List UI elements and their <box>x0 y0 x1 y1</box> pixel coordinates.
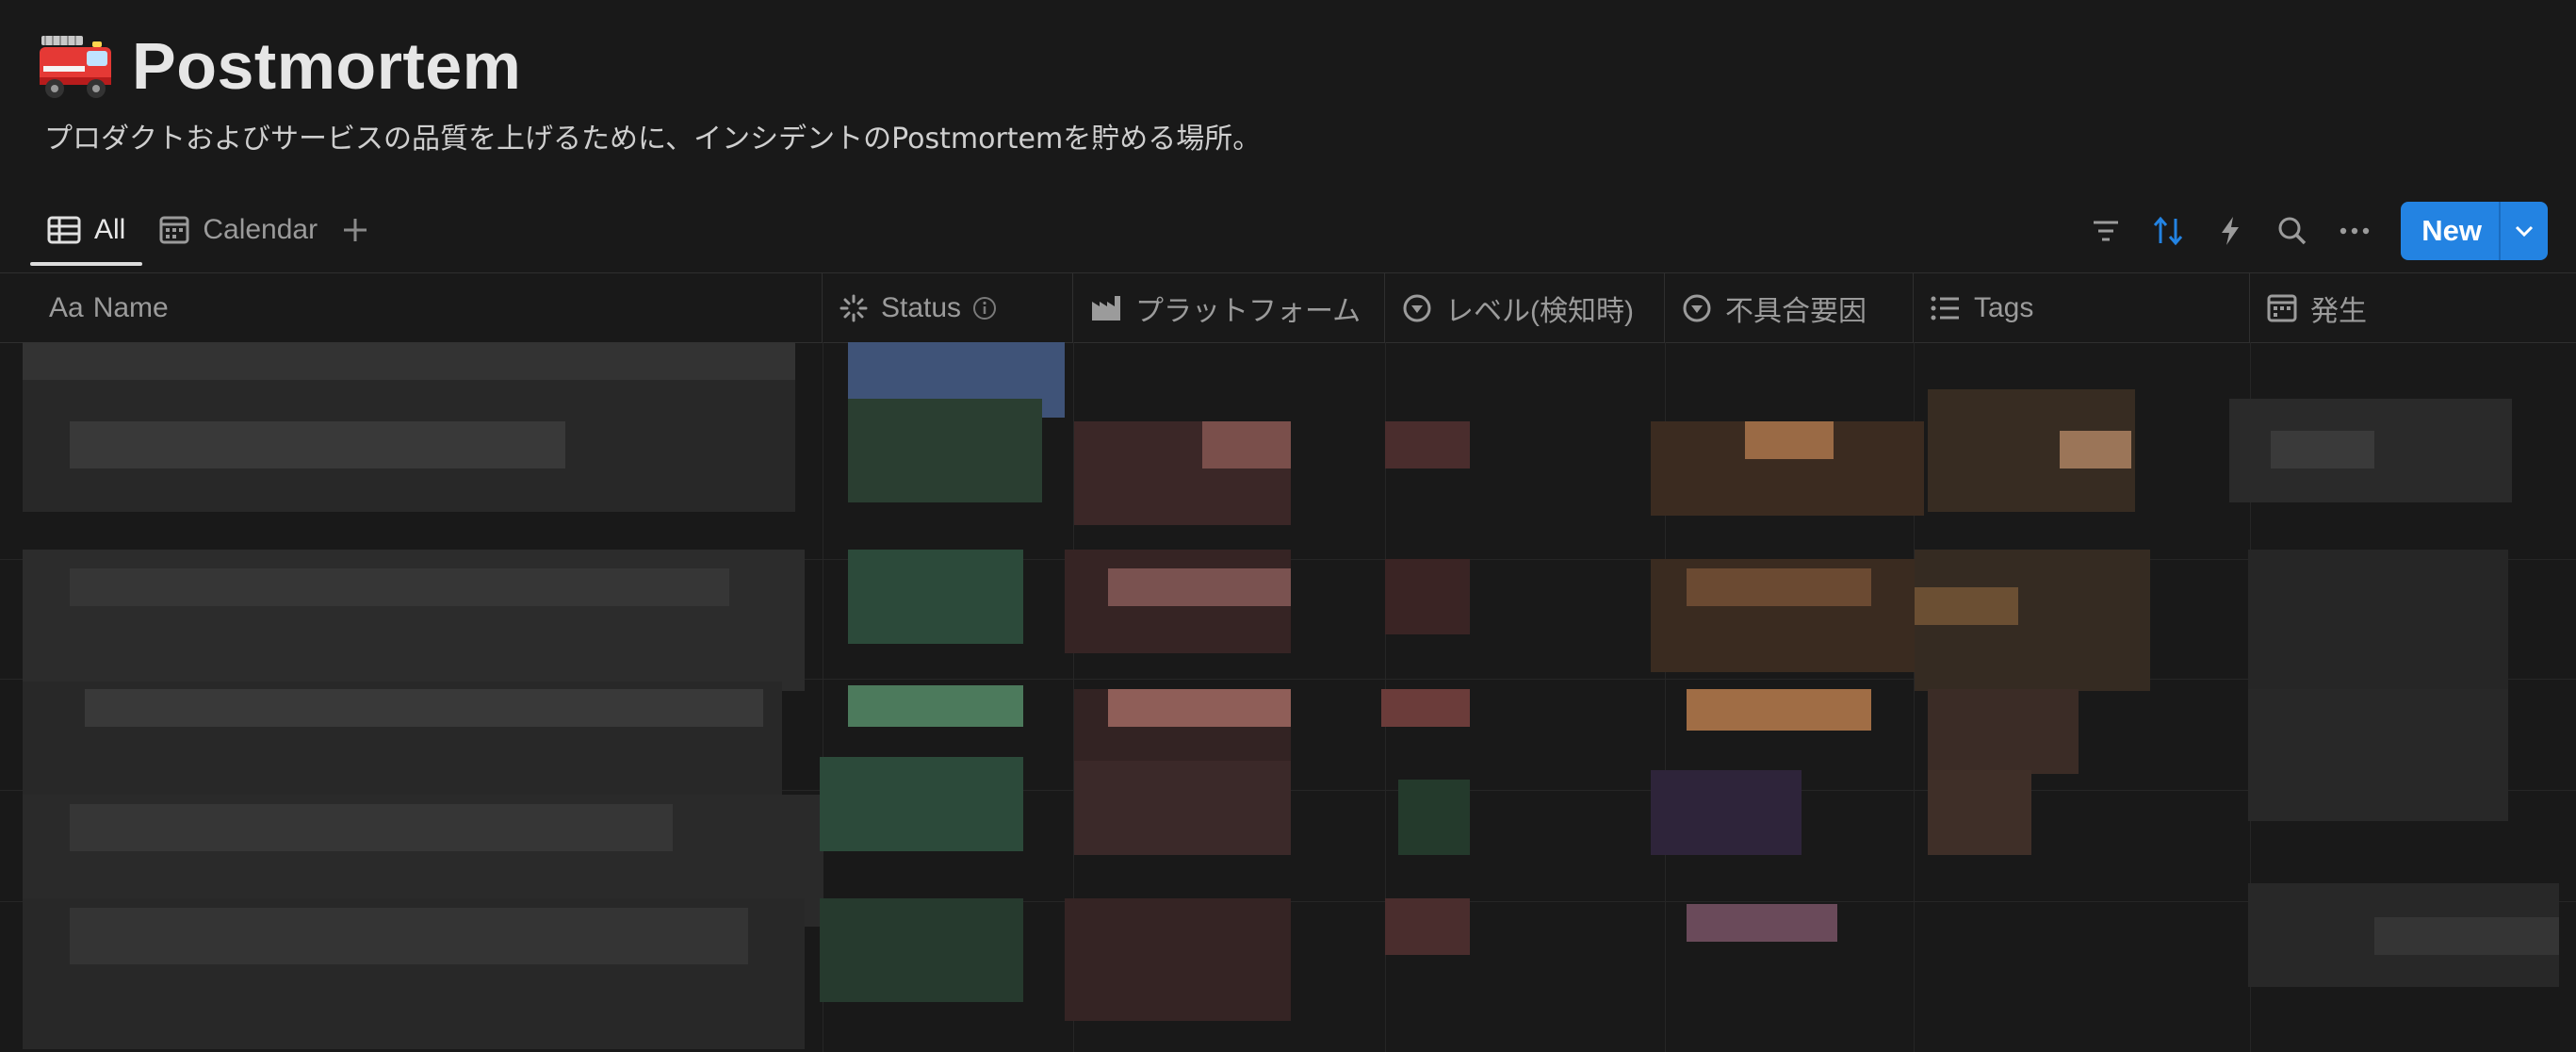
select-icon <box>1403 294 1431 321</box>
status-icon <box>840 294 868 321</box>
aa-icon: Aa <box>49 291 84 323</box>
plus-icon <box>344 219 367 241</box>
tab-calendar[interactable]: Calendar <box>142 200 334 260</box>
view-tabs: All Calendar <box>30 200 376 271</box>
page-title[interactable]: Postmortem <box>132 28 521 104</box>
tab-all[interactable]: All <box>30 200 143 266</box>
automation-icon <box>2222 217 2240 245</box>
sort-button[interactable] <box>2137 202 2199 260</box>
column-label: レベル(検知時) <box>1445 295 1634 327</box>
list-icon <box>1931 296 1959 320</box>
column-status[interactable]: Status <box>823 273 1073 342</box>
page-description[interactable]: プロダクトおよびサービスの品質を上げるために、インシデントのPostmortem… <box>44 115 1261 156</box>
filter-button[interactable] <box>2075 202 2137 260</box>
column-tags[interactable]: Tags <box>1914 273 2250 342</box>
sort-icon <box>2154 216 2183 246</box>
column-name[interactable]: Aa Name <box>0 273 823 342</box>
column-occurred[interactable]: 発生 <box>2250 273 2576 342</box>
column-label: Status <box>881 291 962 323</box>
new-options-button[interactable] <box>2499 202 2548 260</box>
column-platform[interactable]: プラットフォーム <box>1073 273 1385 342</box>
date-icon <box>2267 294 2297 321</box>
page-header: Postmortem <box>36 28 521 104</box>
factory-icon <box>1092 295 1120 321</box>
info-icon[interactable] <box>972 296 997 321</box>
tab-label: Calendar <box>203 214 318 245</box>
column-label: プラットフォーム <box>1135 295 1361 327</box>
table-row[interactable] <box>23 342 795 380</box>
tab-label: All <box>94 214 126 245</box>
more-icon <box>2340 227 2370 235</box>
column-label: 発生 <box>2310 295 2367 327</box>
table-header: Aa Name Status プラットフォーム レベル(検知時) 不具合要因 T… <box>0 272 2576 343</box>
calendar-icon <box>159 216 189 244</box>
view-toolbar: New <box>2075 202 2548 260</box>
chevron-down-icon <box>2515 225 2534 237</box>
new-button-group: New <box>2401 202 2548 260</box>
filter-icon <box>2094 221 2119 241</box>
table-body-obscured <box>0 342 2576 1052</box>
new-button[interactable]: New <box>2401 202 2499 260</box>
column-label: Name <box>92 291 169 323</box>
table-icon <box>47 216 81 244</box>
automation-button[interactable] <box>2199 202 2261 260</box>
column-label: 不具合要因 <box>1725 295 1867 327</box>
select-icon <box>1683 294 1711 321</box>
column-label: Tags <box>1974 291 2034 323</box>
search-button[interactable] <box>2261 202 2323 260</box>
column-defect-cause[interactable]: 不具合要因 <box>1665 273 1914 342</box>
search-icon <box>2278 217 2307 245</box>
more-button[interactable] <box>2323 202 2386 260</box>
fire-engine-icon[interactable] <box>36 30 115 102</box>
column-level[interactable]: レベル(検知時) <box>1385 273 1665 342</box>
add-view-button[interactable] <box>334 200 376 260</box>
